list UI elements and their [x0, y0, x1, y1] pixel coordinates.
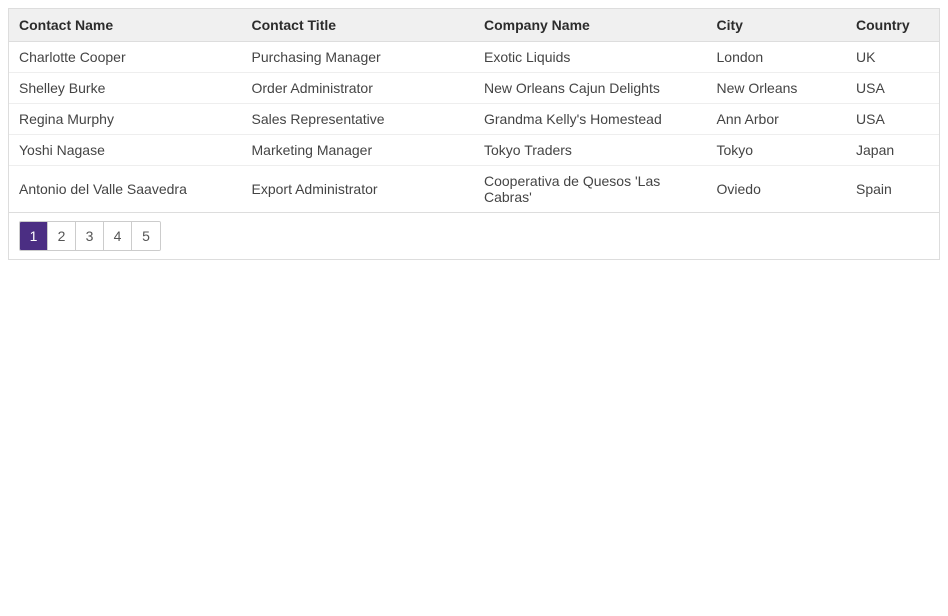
cell-company-name: New Orleans Cajun Delights	[474, 73, 707, 104]
cell-country: Spain	[846, 166, 939, 213]
cell-country: USA	[846, 104, 939, 135]
header-country[interactable]: Country	[846, 9, 939, 42]
header-city[interactable]: City	[707, 9, 847, 42]
header-contact-title[interactable]: Contact Title	[242, 9, 475, 42]
cell-contact-name: Antonio del Valle Saavedra	[9, 166, 242, 213]
cell-company-name: Cooperativa de Quesos 'Las Cabras'	[474, 166, 707, 213]
pager-page-5[interactable]: 5	[132, 222, 160, 250]
cell-country: UK	[846, 42, 939, 73]
cell-contact-title: Sales Representative	[242, 104, 475, 135]
header-company-name[interactable]: Company Name	[474, 9, 707, 42]
cell-company-name: Exotic Liquids	[474, 42, 707, 73]
cell-contact-name: Regina Murphy	[9, 104, 242, 135]
pager: 1 2 3 4 5	[9, 213, 939, 259]
cell-city: London	[707, 42, 847, 73]
data-grid: Contact Name Contact Title Company Name …	[8, 8, 940, 260]
cell-country: Japan	[846, 135, 939, 166]
table-row[interactable]: Shelley Burke Order Administrator New Or…	[9, 73, 939, 104]
table-header-row: Contact Name Contact Title Company Name …	[9, 9, 939, 42]
table-row[interactable]: Antonio del Valle Saavedra Export Admini…	[9, 166, 939, 213]
table-row[interactable]: Yoshi Nagase Marketing Manager Tokyo Tra…	[9, 135, 939, 166]
pager-page-1[interactable]: 1	[20, 222, 48, 250]
cell-country: USA	[846, 73, 939, 104]
cell-contact-name: Charlotte Cooper	[9, 42, 242, 73]
cell-contact-name: Shelley Burke	[9, 73, 242, 104]
cell-contact-title: Export Administrator	[242, 166, 475, 213]
cell-city: Oviedo	[707, 166, 847, 213]
contacts-table: Contact Name Contact Title Company Name …	[9, 9, 939, 213]
cell-city: Ann Arbor	[707, 104, 847, 135]
cell-city: Tokyo	[707, 135, 847, 166]
table-row[interactable]: Regina Murphy Sales Representative Grand…	[9, 104, 939, 135]
cell-company-name: Grandma Kelly's Homestead	[474, 104, 707, 135]
cell-company-name: Tokyo Traders	[474, 135, 707, 166]
header-contact-name[interactable]: Contact Name	[9, 9, 242, 42]
table-row[interactable]: Charlotte Cooper Purchasing Manager Exot…	[9, 42, 939, 73]
cell-city: New Orleans	[707, 73, 847, 104]
pager-page-4[interactable]: 4	[104, 222, 132, 250]
pager-page-2[interactable]: 2	[48, 222, 76, 250]
pager-page-3[interactable]: 3	[76, 222, 104, 250]
pager-list: 1 2 3 4 5	[19, 221, 161, 251]
cell-contact-title: Order Administrator	[242, 73, 475, 104]
cell-contact-title: Purchasing Manager	[242, 42, 475, 73]
table-body: Charlotte Cooper Purchasing Manager Exot…	[9, 42, 939, 213]
cell-contact-name: Yoshi Nagase	[9, 135, 242, 166]
cell-contact-title: Marketing Manager	[242, 135, 475, 166]
